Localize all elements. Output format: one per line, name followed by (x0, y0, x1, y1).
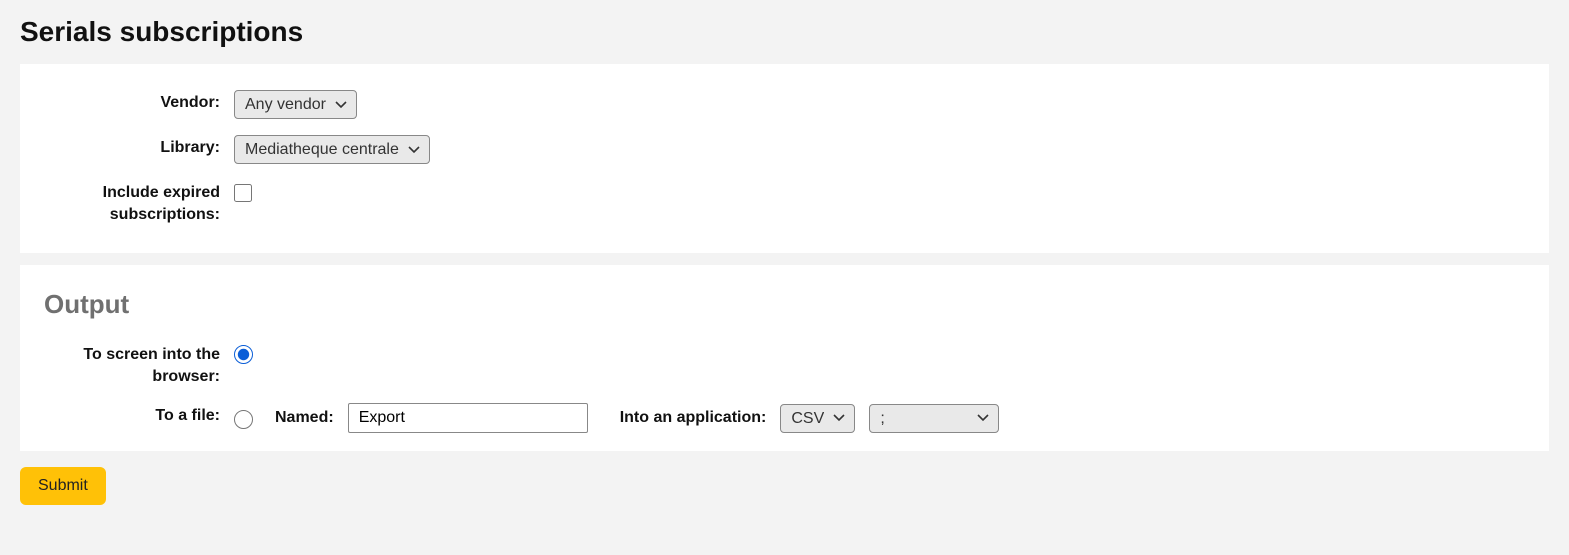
include-expired-checkbox[interactable] (234, 184, 252, 202)
to-screen-radio[interactable] (234, 345, 253, 364)
library-select[interactable]: Mediatheque centrale (234, 135, 430, 164)
output-heading: Output (44, 289, 1525, 320)
vendor-select[interactable]: Any vendor (234, 90, 357, 119)
vendor-label: Vendor: (44, 88, 234, 114)
filters-panel: Vendor: Any vendor Library: Mediatheque … (20, 64, 1549, 253)
include-expired-label: Include expired subscriptions: (44, 178, 234, 225)
page-title: Serials subscriptions (20, 16, 1549, 48)
into-app-label: Into an application: (620, 409, 767, 427)
filename-input[interactable] (348, 403, 588, 433)
named-label: Named: (275, 409, 334, 427)
to-screen-label: To screen into the browser: (44, 340, 234, 387)
submit-button[interactable]: Submit (20, 467, 106, 505)
format-select[interactable]: CSV (780, 404, 855, 433)
to-file-label: To a file: (44, 401, 234, 427)
library-label: Library: (44, 133, 234, 159)
separator-select[interactable]: ; (869, 404, 999, 433)
to-file-radio[interactable] (234, 410, 253, 429)
output-panel: Output To screen into the browser: To a … (20, 265, 1549, 451)
